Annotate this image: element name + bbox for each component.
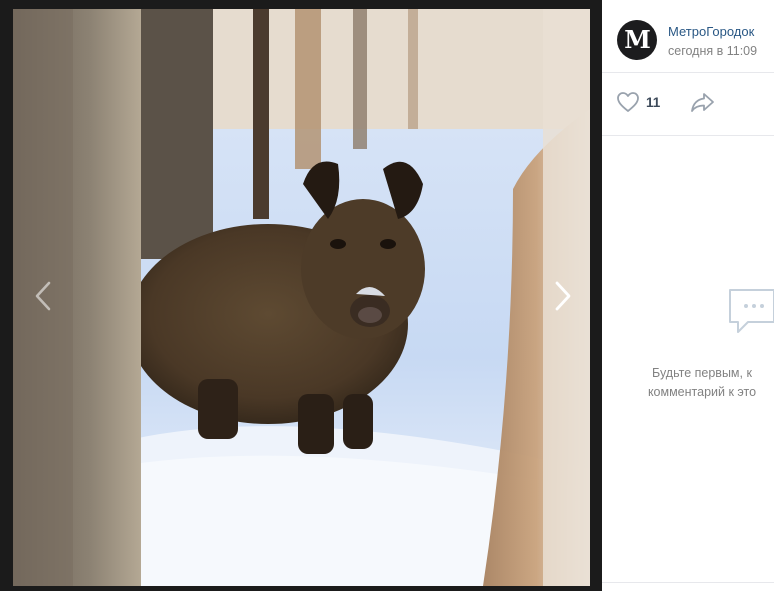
no-comments-message: Будьте первым, к комментарий к это [602,364,774,402]
post-header: M МетроГородок сегодня в 11:09 [602,0,774,73]
divider [602,582,774,583]
author-link[interactable]: МетроГородок [668,24,754,39]
share-button[interactable] [689,90,717,114]
wild-boar-photo [13,9,590,586]
chat-bubble-icon [729,289,774,333]
heart-icon [617,92,639,112]
photo-viewer [0,0,602,591]
post-photo[interactable] [13,9,590,586]
like-button[interactable]: 11 [616,89,660,115]
avatar[interactable]: M [617,20,657,60]
post-date[interactable]: сегодня в 11:09 [668,44,757,58]
no-comments-line-1: Будьте первым, к [652,366,752,380]
no-comments-line-2: комментарий к это [647,385,757,399]
post-side-panel: M МетроГородок сегодня в 11:09 11 Будьте… [602,0,774,591]
share-arrow-icon [691,93,714,112]
chevron-right-icon [555,281,571,311]
like-count: 11 [646,94,661,110]
previous-photo-button[interactable] [28,278,58,314]
chevron-left-icon [35,281,51,311]
next-photo-button[interactable] [548,278,578,314]
avatar-letter: M [624,25,651,54]
